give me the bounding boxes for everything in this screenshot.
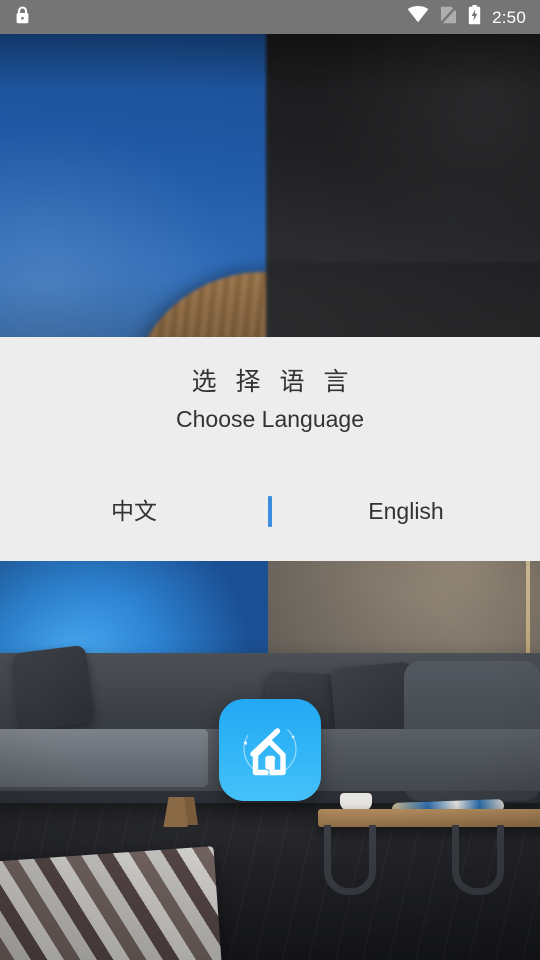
status-bar-left bbox=[14, 5, 31, 30]
status-bar-time: 2:50 bbox=[492, 7, 526, 27]
language-options-row: 中文 English bbox=[0, 487, 540, 535]
status-bar-right: 2:50 bbox=[407, 4, 526, 30]
panel-title-english: Choose Language bbox=[176, 406, 364, 432]
lock-icon bbox=[14, 5, 31, 30]
panel-title-chinese: 选 择 语 言 bbox=[191, 368, 355, 396]
top-vignette bbox=[0, 34, 540, 337]
wifi-icon bbox=[407, 6, 429, 28]
phone-screen: 2:50 选 择 语 言 Choose Language 中文 English bbox=[0, 0, 540, 960]
smart-home-app-icon[interactable] bbox=[219, 699, 321, 801]
language-option-chinese[interactable]: 中文 bbox=[0, 487, 268, 535]
top-hero-image bbox=[0, 34, 540, 337]
language-option-english[interactable]: English bbox=[272, 487, 540, 535]
no-sim-icon bbox=[440, 5, 457, 29]
home-logo-icon bbox=[243, 722, 297, 776]
status-bar: 2:50 bbox=[0, 0, 540, 34]
language-selection-panel: 选 择 语 言 Choose Language 中文 English bbox=[0, 337, 540, 561]
battery-charging-icon bbox=[468, 4, 481, 30]
